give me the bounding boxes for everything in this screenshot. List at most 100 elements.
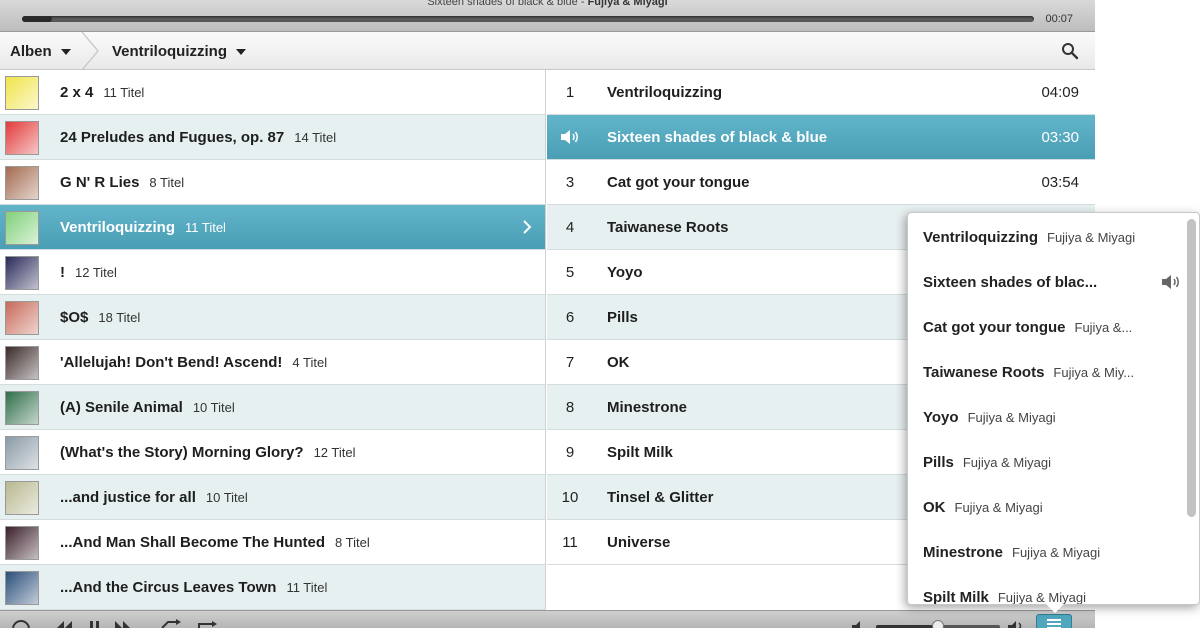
queue-item-artist: Fujiya & Miyagi	[962, 455, 1051, 470]
album-text: ! 12 Titel	[60, 250, 117, 295]
breadcrumb-albums-label: Alben	[10, 42, 52, 60]
track-duration: 03:30	[1041, 129, 1079, 146]
album-art	[5, 481, 39, 515]
chevron-right-icon	[523, 220, 532, 234]
queue-item[interactable]: Ventriloquizzing Fujiya & Miyagi	[923, 215, 1168, 260]
album-art	[5, 526, 39, 560]
album-row[interactable]: ...and justice for all 10 Titel	[0, 475, 545, 520]
album-text: (A) Senile Animal 10 Titel	[60, 385, 235, 430]
queue-item-title: OK	[923, 499, 946, 516]
album-name: 2 x 4	[60, 84, 94, 101]
elapsed-time: 00:07	[1045, 13, 1073, 25]
queue-scrollbar[interactable]	[1187, 219, 1196, 517]
queue-item-artist: Fujiya & Miy...	[1053, 365, 1135, 380]
track-title: Minestrone	[607, 399, 688, 416]
album-row[interactable]: $O$ 18 Titel	[0, 295, 545, 340]
album-art	[5, 121, 39, 155]
album-track-count: 10 Titel	[192, 400, 235, 415]
track-row[interactable]: 3 Cat got your tongue 03:54	[547, 160, 1095, 205]
queue-item-title: Pills	[923, 454, 954, 471]
now-playing-separator: -	[577, 0, 588, 8]
track-duration: 03:54	[1041, 174, 1079, 191]
album-art	[5, 301, 39, 335]
queue-item[interactable]: Taiwanese Roots Fujiya & Miy...	[923, 350, 1168, 395]
queue-button[interactable]	[1036, 614, 1072, 628]
album-art	[5, 571, 39, 605]
track-title: Spilt Milk	[607, 444, 673, 461]
queue-item-artist: Fujiya &...	[1074, 320, 1133, 335]
album-text: 24 Preludes and Fugues, op. 87 14 Titel	[60, 115, 336, 160]
album-track-count: 12 Titel	[75, 265, 117, 280]
track-title: Pills	[607, 309, 638, 326]
queue-item-artist: Fujiya & Miyagi	[1012, 545, 1101, 560]
queue-item[interactable]: Spilt Milk Fujiya & Miyagi	[923, 575, 1168, 604]
album-row[interactable]: (A) Senile Animal 10 Titel	[0, 385, 545, 430]
shuffle-icon[interactable]	[160, 617, 182, 628]
volume-knob[interactable]	[932, 620, 944, 628]
track-number: 10	[561, 489, 579, 506]
queue-item[interactable]: Pills Fujiya & Miyagi	[923, 440, 1168, 485]
queue-item-artist: Fujiya & Miyagi	[954, 500, 1043, 515]
track-title: Cat got your tongue	[607, 174, 750, 191]
album-row[interactable]: Ventriloquizzing 11 Titel	[0, 205, 545, 250]
album-text: $O$ 18 Titel	[60, 295, 140, 340]
popover-arrow	[1046, 604, 1064, 613]
album-row[interactable]: 2 x 4 11 Titel	[0, 70, 545, 115]
queue-popover: Ventriloquizzing Fujiya & Miyagi Sixteen s…	[907, 212, 1200, 605]
now-playing-artist: Fujiya & Miyagi	[587, 0, 668, 8]
search-icon[interactable]	[1061, 42, 1079, 60]
album-row[interactable]: ...And Man Shall Become The Hunted 8 Tite…	[0, 520, 545, 565]
album-row[interactable]: 24 Preludes and Fugues, op. 87 14 Titel	[0, 115, 545, 160]
album-art	[5, 346, 39, 380]
track-duration: 04:09	[1041, 84, 1079, 101]
album-list: 2 x 4 11 Titel 24 Preludes and Fugues, op.…	[0, 70, 546, 610]
track-number: 6	[565, 309, 575, 326]
album-row[interactable]: G N' R Lies 8 Titel	[0, 160, 545, 205]
progress-bar[interactable]	[22, 16, 1034, 22]
track-number: 5	[565, 264, 575, 281]
pause-icon[interactable]	[84, 617, 106, 628]
queue-item-title: Sixteen shades of blac...	[923, 274, 1098, 291]
album-row[interactable]: (What's the Story) Morning Glory? 12 Tite…	[0, 430, 545, 475]
queue-item-title: Taiwanese Roots	[923, 364, 1045, 381]
breadcrumb-current[interactable]: Ventriloquizzing	[112, 32, 246, 70]
queue-item[interactable]: Yoyo Fujiya & Miyagi	[923, 395, 1168, 440]
power-icon[interactable]	[10, 617, 32, 628]
album-name: 24 Preludes and Fugues, op. 87	[60, 129, 285, 146]
speaker-icon	[561, 130, 578, 144]
album-track-count: 10 Titel	[205, 490, 248, 505]
queue-item[interactable]: Cat got your tongue Fujiya &...	[923, 305, 1168, 350]
track-row[interactable]: Sixteen shades of black & blue 03:30	[547, 115, 1095, 160]
album-name: 'Allelujah! Don't Bend! Ascend!	[60, 354, 283, 371]
track-number: 1	[565, 84, 575, 101]
speaker-icon	[1162, 275, 1179, 289]
breadcrumb-albums[interactable]: Alben	[10, 32, 71, 70]
track-title: Taiwanese Roots	[607, 219, 729, 236]
album-text: 'Allelujah! Don't Bend! Ascend! 4 Titel	[60, 340, 327, 385]
next-icon[interactable]	[113, 617, 135, 628]
album-row[interactable]: ...And the Circus Leaves Town 11 Titel	[0, 565, 545, 610]
breadcrumb-separator-icon	[81, 32, 99, 70]
queue-item[interactable]: Minestrone Fujiya & Miyagi	[923, 530, 1168, 575]
repeat-icon[interactable]	[196, 617, 218, 628]
album-track-count: 11 Titel	[185, 220, 226, 235]
track-number: 11	[562, 534, 578, 551]
track-row[interactable]: 1 Ventriloquizzing 04:09	[547, 70, 1095, 115]
album-row[interactable]: 'Allelujah! Don't Bend! Ascend! 4 Titel	[0, 340, 545, 385]
album-text: 2 x 4 11 Titel	[60, 70, 144, 115]
chevron-down-icon	[60, 49, 71, 55]
album-name: ...and justice for all	[60, 489, 196, 506]
album-track-count: 18 Titel	[98, 310, 141, 325]
album-art	[5, 391, 39, 425]
track-title: Universe	[607, 534, 671, 551]
album-row[interactable]: ! 12 Titel	[0, 250, 545, 295]
breadcrumb: Alben Ventriloquizzing	[0, 32, 1095, 70]
previous-icon[interactable]	[52, 617, 74, 628]
album-text: (What's the Story) Morning Glory? 12 Tite…	[60, 430, 355, 475]
album-track-count: 14 Titel	[294, 130, 337, 145]
queue-item[interactable]: Sixteen shades of blac...	[923, 260, 1168, 305]
queue-item[interactable]: OK Fujiya & Miyagi	[923, 485, 1168, 530]
album-art	[5, 211, 39, 245]
queue-item-title: Ventriloquizzing	[923, 229, 1038, 246]
album-name: (What's the Story) Morning Glory?	[60, 444, 304, 461]
